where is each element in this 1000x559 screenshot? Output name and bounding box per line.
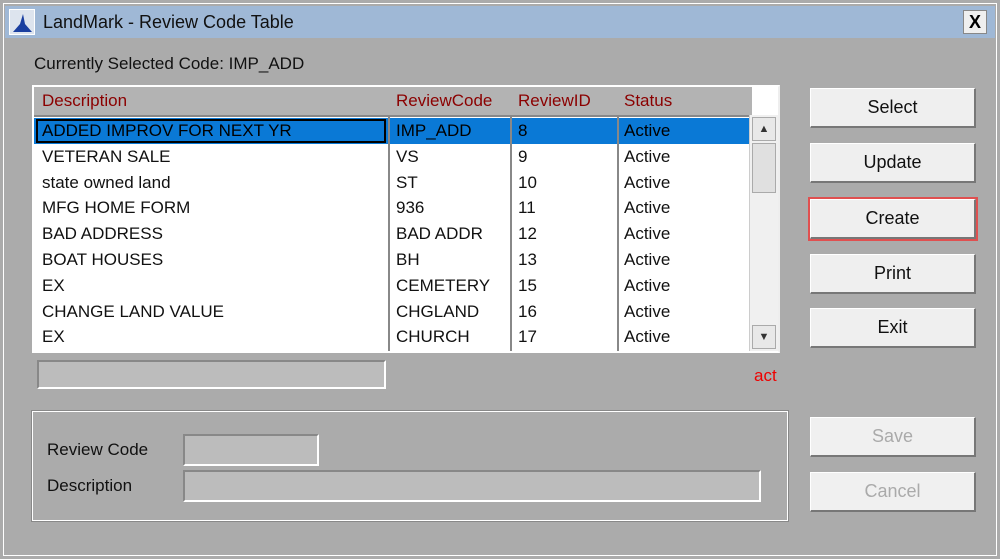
exit-button[interactable]: Exit bbox=[810, 308, 976, 348]
vertical-scrollbar[interactable]: ▲ ▼ bbox=[749, 115, 778, 351]
review-code-label: Review Code bbox=[47, 440, 149, 459]
save-button[interactable]: Save bbox=[810, 417, 976, 457]
description-label: Description bbox=[47, 476, 133, 495]
table-row[interactable]: EX CEMETERY 15 Active bbox=[34, 273, 752, 299]
table-row[interactable]: BOAT HOUSES BH 13 Active bbox=[34, 247, 752, 273]
selected-code-label: Currently Selected Code: IMP_ADD bbox=[34, 54, 305, 73]
cell-status: Active bbox=[624, 275, 671, 295]
cell-reviewcode: ST bbox=[396, 172, 418, 192]
cell-description: EX bbox=[42, 275, 65, 295]
description-input[interactable] bbox=[183, 470, 761, 502]
scrollbar-thumb[interactable] bbox=[752, 143, 776, 193]
select-button[interactable]: Select bbox=[810, 88, 976, 128]
column-divider bbox=[510, 115, 512, 351]
cell-reviewcode: BH bbox=[396, 250, 420, 269]
cell-reviewcode: IMP_ADD bbox=[396, 121, 472, 140]
table-row[interactable]: CHANGE LAND VALUE CHGLAND 16 Active bbox=[34, 299, 752, 325]
window-title: LandMark - Review Code Table bbox=[43, 12, 294, 32]
cell-reviewid: 11 bbox=[518, 198, 536, 218]
column-divider bbox=[617, 115, 619, 351]
search-input[interactable] bbox=[37, 360, 386, 389]
cell-status: Active bbox=[624, 224, 671, 244]
cell-reviewcode: BAD ADDR bbox=[396, 224, 483, 244]
cell-description: CHANGE LAND VALUE bbox=[42, 301, 225, 321]
table-row[interactable]: MFG HOME FORM 936 11 Active bbox=[34, 195, 752, 221]
cell-description: EX bbox=[42, 327, 65, 347]
edit-group bbox=[31, 410, 789, 522]
header-reviewid[interactable]: ReviewID bbox=[518, 91, 591, 111]
cell-reviewcode: CHGLAND bbox=[396, 301, 480, 321]
scroll-up-arrow-icon[interactable]: ▲ bbox=[752, 117, 776, 141]
table-row[interactable]: BAD ADDRESS BAD ADDR 12 Active bbox=[34, 221, 752, 247]
close-button[interactable]: X bbox=[963, 10, 987, 34]
print-button[interactable]: Print bbox=[810, 254, 976, 294]
title-bar: LandMark - Review Code Table X bbox=[5, 6, 995, 38]
landmark-app-icon bbox=[9, 9, 35, 35]
cell-status: Active bbox=[624, 146, 671, 166]
scroll-down-arrow-icon[interactable]: ▼ bbox=[752, 325, 776, 349]
cell-reviewid: 10 bbox=[518, 172, 537, 192]
cancel-button[interactable]: Cancel bbox=[810, 472, 976, 512]
header-reviewcode[interactable]: ReviewCode bbox=[396, 91, 492, 111]
cell-status: Active bbox=[624, 121, 671, 140]
review-code-table[interactable]: Description ReviewCode ReviewID Status A… bbox=[32, 85, 780, 353]
table-row[interactable]: EX CHURCH 17 Active bbox=[34, 324, 752, 350]
cell-reviewid: 15 bbox=[518, 275, 537, 295]
cell-status: Active bbox=[624, 172, 671, 192]
cell-description: state owned land bbox=[42, 172, 171, 192]
cell-reviewcode: VS bbox=[396, 146, 419, 166]
cell-reviewid: 13 bbox=[518, 250, 537, 269]
update-button[interactable]: Update bbox=[810, 143, 976, 183]
table-row[interactable]: VETERAN SALE VS 9 Active bbox=[34, 144, 752, 170]
cell-reviewcode: CHURCH bbox=[396, 327, 470, 347]
header-status[interactable]: Status bbox=[624, 91, 672, 111]
cell-status: Active bbox=[624, 327, 671, 347]
cell-status: Active bbox=[624, 198, 671, 218]
table-row[interactable]: state owned land ST 10 Active bbox=[34, 170, 752, 196]
cell-description: BOAT HOUSES bbox=[42, 250, 164, 269]
table-header: Description ReviewCode ReviewID Status bbox=[34, 87, 752, 117]
status-filter-text: act bbox=[754, 366, 777, 385]
cell-description: VETERAN SALE bbox=[42, 146, 171, 166]
cell-reviewcode: CEMETERY bbox=[396, 275, 491, 295]
header-description[interactable]: Description bbox=[42, 91, 127, 111]
review-code-input[interactable] bbox=[183, 434, 319, 466]
cell-description: BAD ADDRESS bbox=[42, 224, 163, 244]
cell-reviewid: 8 bbox=[518, 121, 528, 140]
cell-reviewid: 16 bbox=[518, 301, 537, 321]
column-divider bbox=[388, 115, 390, 351]
cell-description: ADDED IMPROV FOR NEXT YR bbox=[36, 119, 386, 143]
cell-reviewcode: 936 bbox=[396, 198, 425, 218]
cell-reviewid: 9 bbox=[518, 146, 528, 166]
cell-status: Active bbox=[624, 301, 671, 321]
cell-description: MFG HOME FORM bbox=[42, 198, 191, 218]
table-row[interactable]: ADDED IMPROV FOR NEXT YR IMP_ADD 8 Active bbox=[34, 118, 752, 144]
create-button[interactable]: Create bbox=[808, 197, 978, 241]
cell-status: Active bbox=[624, 250, 671, 269]
cell-reviewid: 12 bbox=[518, 224, 537, 244]
cell-reviewid: 17 bbox=[518, 327, 537, 347]
